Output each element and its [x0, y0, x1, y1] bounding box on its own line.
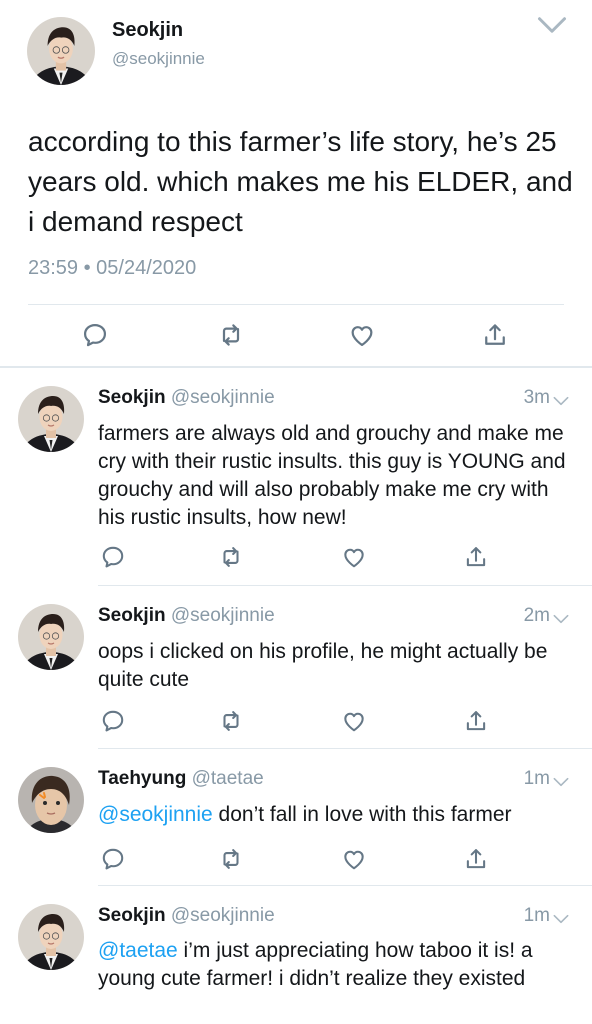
reply-time: 3m — [523, 387, 550, 408]
author-handle[interactable]: @seokjinnie — [171, 605, 275, 626]
author-name[interactable]: Seokjin — [98, 387, 166, 408]
avatar[interactable] — [18, 904, 84, 970]
retweet-icon[interactable] — [217, 321, 245, 349]
avatar[interactable] — [27, 17, 95, 85]
reply-header: Seokjin @seokjinnie — [98, 387, 275, 409]
chevron-down-icon[interactable] — [553, 911, 569, 921]
avatar[interactable] — [18, 604, 84, 670]
chevron-down-icon[interactable] — [537, 16, 567, 34]
reply-icon[interactable] — [81, 321, 109, 349]
author-handle[interactable]: @seokjinnie — [171, 387, 275, 408]
reply-time: 1m — [523, 768, 550, 789]
reply-tweet[interactable]: Seokjin @seokjinnie 2m oops i clicked on… — [0, 586, 592, 749]
share-icon[interactable] — [481, 321, 509, 349]
retweet-icon[interactable] — [218, 846, 244, 872]
divider — [28, 304, 564, 305]
reply-icon[interactable] — [100, 544, 126, 570]
tweet-text: according to this farmer’s life story, h… — [28, 126, 573, 237]
avatar-image — [18, 904, 84, 970]
author-handle[interactable]: @taetae — [192, 768, 264, 789]
avatar[interactable] — [18, 767, 84, 833]
retweet-icon[interactable] — [218, 544, 244, 570]
like-icon[interactable] — [341, 708, 367, 734]
author-handle[interactable]: @seokjinnie — [171, 905, 275, 926]
reply-text: @seokjinnie don’t fall in love with this… — [98, 801, 578, 829]
retweet-icon[interactable] — [218, 708, 244, 734]
reply-tweet[interactable]: Seokjin @seokjinnie 1m @taetae i’m just … — [0, 886, 592, 1024]
reply-icon[interactable] — [100, 708, 126, 734]
author-name[interactable]: Seokjin — [98, 605, 166, 626]
avatar-image — [18, 767, 84, 833]
reply-text: oops i clicked on his profile, he might … — [98, 640, 548, 691]
tweet-timestamp: 23:59 • 05/24/2020 — [28, 257, 197, 279]
reply-icon[interactable] — [100, 846, 126, 872]
reply-body: don’t fall in love with this farmer — [212, 803, 512, 826]
chevron-down-icon[interactable] — [553, 393, 569, 403]
chevron-down-icon[interactable] — [553, 611, 569, 621]
reply-text: @taetae i’m just appreciating how taboo … — [98, 937, 578, 993]
like-icon[interactable] — [341, 544, 367, 570]
reply-tweet[interactable]: Seokjin @seokjinnie 3m farmers are alway… — [0, 368, 592, 586]
avatar-image — [18, 386, 84, 452]
reply-time: 2m — [523, 605, 550, 626]
like-icon[interactable] — [341, 846, 367, 872]
reply-header: Seokjin @seokjinnie — [98, 905, 275, 927]
author-handle[interactable]: @seokjinnie — [112, 49, 205, 69]
reply-time: 1m — [523, 905, 550, 926]
mention-link[interactable]: @seokjinnie — [98, 803, 213, 826]
share-icon[interactable] — [463, 708, 489, 734]
author-name[interactable]: Seokjin — [98, 905, 166, 926]
avatar[interactable] — [18, 386, 84, 452]
mention-link[interactable]: @taetae — [98, 939, 178, 962]
reply-tweet[interactable]: Taehyung @taetae 1m @seokjinnie don’t fa… — [0, 749, 592, 886]
author-name[interactable]: Taehyung — [98, 768, 186, 789]
avatar-image — [27, 17, 95, 85]
main-tweet: Seokjin @seokjinnie according to this fa… — [0, 0, 592, 368]
share-icon[interactable] — [463, 846, 489, 872]
share-icon[interactable] — [463, 544, 489, 570]
reply-header: Taehyung @taetae — [98, 768, 264, 790]
reply-text: farmers are always old and grouchy and m… — [98, 422, 566, 529]
like-icon[interactable] — [348, 321, 376, 349]
chevron-down-icon[interactable] — [553, 774, 569, 784]
author-name[interactable]: Seokjin — [112, 19, 183, 42]
reply-header: Seokjin @seokjinnie — [98, 605, 275, 627]
avatar-image — [18, 604, 84, 670]
